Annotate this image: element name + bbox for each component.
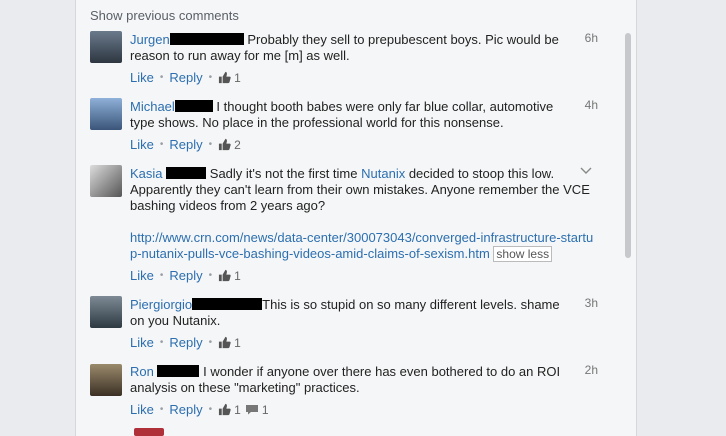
reply-button[interactable]: Reply — [169, 268, 202, 283]
comment-time: 2h — [584, 363, 598, 377]
separator-dot: • — [159, 337, 164, 348]
redaction-bar — [166, 167, 207, 179]
show-previous-comments-link[interactable]: Show previous comments — [90, 8, 239, 23]
comments-panel: Show previous comments Jurgen Probably t… — [75, 0, 637, 436]
like-count: 1 — [234, 402, 241, 417]
reply-button[interactable]: Reply — [169, 70, 202, 85]
separator-dot: • — [208, 139, 213, 150]
separator-dot: • — [208, 337, 213, 348]
like-button[interactable]: Like — [130, 137, 154, 152]
comment-body: Sadly it's not the first time — [209, 166, 358, 181]
comment-text: Kasia Sadly it's not the first time Nuta… — [130, 166, 600, 214]
commenter-name[interactable]: Ron — [130, 364, 154, 379]
thumbs-up-icon — [219, 269, 231, 282]
redaction-bar — [157, 365, 200, 377]
reply-button[interactable]: Reply — [169, 402, 202, 417]
comment-actions: Like • Reply • 2 — [130, 137, 241, 152]
comment-time: 4h — [584, 98, 598, 112]
separator-dot: • — [208, 72, 213, 83]
reply-button[interactable]: Reply — [169, 335, 202, 350]
comment-url-block: http://www.crn.com/news/data-center/3000… — [130, 230, 600, 262]
comment-text: Michael I thought booth babes were only … — [130, 99, 570, 131]
comment-actions: Like • Reply • 1 — [130, 70, 241, 85]
scrollbar-thumb[interactable] — [625, 33, 631, 258]
chevron-down-icon[interactable] — [580, 164, 592, 178]
avatar[interactable] — [90, 98, 122, 130]
commenter-name[interactable]: Kasia — [130, 166, 163, 181]
reply-button[interactable]: Reply — [169, 137, 202, 152]
separator-dot: • — [208, 404, 213, 415]
comment-actions: Like • Reply • 1 — [130, 335, 241, 350]
commenter-name[interactable]: Jurgen — [130, 32, 170, 47]
avatar[interactable] — [90, 364, 122, 396]
thumbs-up-icon — [219, 403, 231, 416]
show-less-button[interactable]: show less — [493, 246, 553, 262]
separator-dot: • — [159, 139, 164, 150]
avatar[interactable] — [90, 31, 122, 63]
like-button[interactable]: Like — [130, 335, 154, 350]
redaction-bar — [192, 298, 263, 310]
mention-link[interactable]: Nutanix — [361, 166, 405, 181]
comment-actions: Like • Reply • 1 — [130, 268, 241, 283]
reply-count: 1 — [261, 402, 269, 417]
like-count: 2 — [234, 137, 241, 152]
separator-dot: • — [159, 72, 164, 83]
like-button[interactable]: Like — [130, 268, 154, 283]
like-button[interactable]: Like — [130, 402, 154, 417]
comment-actions: Like • Reply • 1 1 — [130, 402, 269, 417]
avatar[interactable] — [134, 428, 164, 436]
scrollbar[interactable] — [623, 28, 633, 428]
comment-time: 6h — [584, 31, 598, 45]
commenter-name[interactable]: Piergiorgio — [130, 297, 192, 312]
thumbs-up-icon — [219, 71, 231, 84]
like-button[interactable]: Like — [130, 70, 154, 85]
comment-time: 3h — [584, 296, 598, 310]
thumbs-up-icon — [219, 336, 231, 349]
like-count: 1 — [234, 268, 241, 283]
avatar[interactable] — [90, 165, 122, 197]
separator-dot: • — [159, 270, 164, 281]
like-count: 1 — [234, 335, 241, 350]
commenter-name[interactable]: Michael — [130, 99, 175, 114]
avatar[interactable] — [90, 296, 122, 328]
comment-text: Ron I wonder if anyone over there has ev… — [130, 364, 570, 396]
thumbs-up-icon — [219, 138, 231, 151]
comment-bubble-icon — [245, 405, 258, 415]
comment-text: Jurgen Probably they sell to prepubescen… — [130, 32, 570, 64]
comment-text: Piergiorgio This is so stupid on so many … — [130, 297, 570, 329]
separator-dot: • — [208, 270, 213, 281]
like-count: 1 — [234, 70, 241, 85]
redaction-bar — [174, 100, 213, 112]
separator-dot: • — [159, 404, 164, 415]
redaction-bar — [169, 33, 244, 45]
